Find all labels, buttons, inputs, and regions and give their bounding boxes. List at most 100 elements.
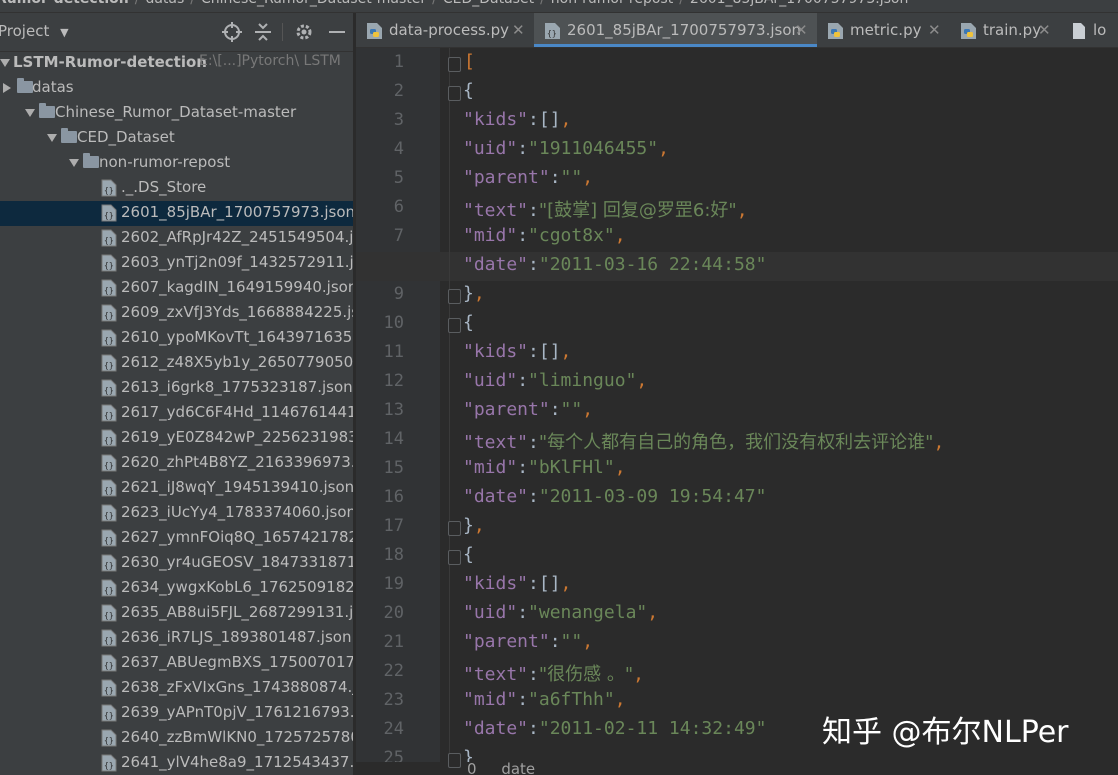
json-bracket-token: : xyxy=(517,138,529,159)
code-line[interactable]: "uid":"wenangela", xyxy=(463,602,658,623)
breadcrumb-item[interactable]: Rumor-detection xyxy=(0,0,135,7)
close-tab-icon[interactable]: ✕ xyxy=(795,21,808,39)
tree-file-item[interactable]: {} 2636_iR7LJS_1893801487.json xyxy=(0,626,353,651)
tab-2601-85jbar-1700757973-json[interactable]: {} 2601_85jBAr_1700757973.json ✕ xyxy=(534,13,817,47)
tree-file-item[interactable]: {} 2621_iJ8wqY_1945139410.json xyxy=(0,476,353,501)
tree-file-item[interactable]: {} 2619_yE0Z842wP_2256231983.j xyxy=(0,426,353,451)
minimize-icon[interactable] xyxy=(326,21,348,43)
fold-marker-icon[interactable] xyxy=(448,318,461,333)
chevron-down-icon[interactable]: ▼ xyxy=(60,26,68,39)
breadcrumb-item[interactable]: CED_Dataset xyxy=(437,0,540,7)
code-line[interactable]: }, xyxy=(463,515,485,536)
tree-file-item[interactable]: {} 2602_AfRpJr42Z_2451549504.js xyxy=(0,226,353,251)
close-tab-icon[interactable]: ✕ xyxy=(1038,21,1051,39)
json-key-token: "mid" xyxy=(463,689,518,710)
tree-folder-item[interactable]: Chinese_Rumor_Dataset-master xyxy=(0,101,353,126)
tab-data-process-py[interactable]: data-process.py ✕ xyxy=(356,13,534,47)
close-tab-icon[interactable]: ✕ xyxy=(512,21,525,39)
line-number: 21 xyxy=(383,632,404,652)
tree-file-item[interactable]: {} 2638_zFxVIxGns_1743880874.jso xyxy=(0,676,353,701)
tree-file-item[interactable]: {} 2610_ypoMKovTt_1643971635. xyxy=(0,326,353,351)
project-panel-title[interactable]: Project ▼ xyxy=(0,22,69,40)
breadcrumb-item[interactable]: datas xyxy=(139,0,190,7)
crosshair-icon[interactable] xyxy=(221,21,243,43)
code-line[interactable]: "kids":[], xyxy=(463,573,571,594)
tree-file-item[interactable]: {} 2623_iUcYy4_1783374060.json xyxy=(0,501,353,526)
breadcrumb-item[interactable]: non-rumor-repost xyxy=(545,0,679,7)
code-line[interactable]: "mid":"bKlFHl", xyxy=(463,457,626,478)
code-line[interactable]: "kids":[], xyxy=(463,109,571,130)
collapse-arrow-icon[interactable] xyxy=(3,83,16,93)
code-line[interactable]: { xyxy=(463,544,474,565)
code-line[interactable]: }, xyxy=(463,283,485,304)
expand-arrow-icon[interactable] xyxy=(25,109,35,117)
expand-arrow-icon[interactable] xyxy=(69,159,79,167)
tree-file-item[interactable]: {} 2620_zhPt4B8YZ_2163396973.js xyxy=(0,451,353,476)
tree-item-label: CED_Dataset xyxy=(77,128,175,146)
tree-file-item[interactable]: {} 2601_85jBAr_1700757973.json xyxy=(0,201,353,226)
expand-arrow-icon[interactable] xyxy=(47,134,57,142)
file-icon xyxy=(1073,23,1085,39)
tree-file-item[interactable]: {} 2639_yAPnT0pjV_1761216793.js xyxy=(0,701,353,726)
structure-breadcrumb[interactable]: 0 date xyxy=(356,760,1118,775)
tree-file-item[interactable]: {} 2603_ynTj2n09f_1432572911.jso xyxy=(0,251,353,276)
code-line[interactable]: "date":"2011-02-11 14:32:49" xyxy=(463,718,766,739)
fold-marker-icon[interactable] xyxy=(448,753,461,768)
code-line[interactable]: "parent":"", xyxy=(463,167,593,188)
line-number: 22 xyxy=(383,661,404,681)
fold-marker-icon[interactable] xyxy=(448,521,461,536)
code-line[interactable]: [ xyxy=(464,51,475,72)
tree-folder-item[interactable]: CED_Dataset xyxy=(0,126,353,151)
code-line[interactable]: "parent":"", xyxy=(463,399,593,420)
tree-item-label: 2601_85jBAr_1700757973.json xyxy=(121,203,353,221)
tree-item-label: 2610_ypoMKovTt_1643971635. xyxy=(121,328,353,346)
tree-file-item[interactable]: {} 2641_ylV4he8a9_1712543437.js xyxy=(0,751,353,775)
tree-file-item[interactable]: {} 2617_yd6C6F4Hd_1146761441.j xyxy=(0,401,353,426)
code-line[interactable]: "text":"很伤感 。", xyxy=(463,660,644,686)
svg-text:{}: {} xyxy=(104,386,114,395)
breadcrumb-item[interactable]: Chinese_Rumor_Dataset-master xyxy=(195,0,432,7)
code-line[interactable]: { xyxy=(463,80,474,101)
tree-file-item[interactable]: {} ._.DS_Store xyxy=(0,176,353,201)
code-line[interactable]: "text":"每个人都有自己的角色，我们没有权利去评论谁", xyxy=(463,428,944,454)
tree-file-item[interactable]: {} 2609_zxVfJ3Yds_1668884225.jso xyxy=(0,301,353,326)
tree-folder-item[interactable]: datas xyxy=(0,76,353,101)
json-file-icon: {} xyxy=(101,479,117,497)
gear-icon[interactable] xyxy=(293,21,315,43)
tab-train-py[interactable]: train.py ✕ xyxy=(950,13,1060,47)
structure-breadcrumb-index[interactable]: 0 xyxy=(467,760,477,775)
fold-marker-icon[interactable] xyxy=(448,550,461,565)
code-line[interactable]: "parent":"", xyxy=(463,631,593,652)
tree-file-item[interactable]: {} 2613_i6grk8_1775323187.json xyxy=(0,376,353,401)
code-line[interactable]: "uid":"liminguo", xyxy=(463,370,647,391)
tree-file-item[interactable]: {} 2612_z48X5yb1y_2650779050.js xyxy=(0,351,353,376)
code-line[interactable]: "text":"[鼓掌] 回复@罗罡6:好", xyxy=(463,196,748,222)
expand-arrow-icon[interactable] xyxy=(0,59,10,67)
breadcrumb-item[interactable]: 2601_85jBAr_1700757973.json xyxy=(684,0,914,7)
tab-metric-py[interactable]: metric.py ✕ xyxy=(817,13,950,47)
code-line[interactable]: "date":"2011-03-16 22:44:58" xyxy=(463,254,766,275)
fold-marker-icon[interactable] xyxy=(448,86,461,101)
tree-file-item[interactable]: {} 2635_AB8ui5FJL_2687299131.jso xyxy=(0,601,353,626)
tree-file-item[interactable]: {} 2627_ymnFOiq8Q_1657421782. xyxy=(0,526,353,551)
tree-file-item[interactable]: {} 2640_zzBmWlKN0_1725725780. xyxy=(0,726,353,751)
code-line[interactable]: "date":"2011-03-09 19:54:47" xyxy=(463,486,766,507)
tree-file-item[interactable]: {} 2630_yr4uGEOSV_1847331871.j xyxy=(0,551,353,576)
code-line[interactable]: { xyxy=(463,312,474,333)
collapse-icon[interactable] xyxy=(252,21,274,43)
tree-folder-item[interactable]: LSTM-Rumor-detection E:\[...]Pytorch\ LST… xyxy=(0,51,353,76)
close-tab-icon[interactable]: ✕ xyxy=(928,21,941,39)
code-editor[interactable]: 1234567891011121314151617181920212223242… xyxy=(356,48,1118,775)
code-line[interactable]: "kids":[], xyxy=(463,341,571,362)
tree-file-item[interactable]: {} 2634_ywgxKobL6_1762509182.j xyxy=(0,576,353,601)
code-line[interactable]: "mid":"cgot8x", xyxy=(463,225,626,246)
fold-marker-icon[interactable] xyxy=(448,289,461,304)
tree-file-item[interactable]: {} 2637_ABUegmBXS_1750070171 xyxy=(0,651,353,676)
tab-lo[interactable]: lo xyxy=(1060,13,1118,47)
code-line[interactable]: "uid":"1911046455", xyxy=(463,138,669,159)
tree-file-item[interactable]: {} 2607_kagdIN_1649159940.json xyxy=(0,276,353,301)
code-line[interactable]: "mid":"a6fThh", xyxy=(463,689,626,710)
tree-folder-item[interactable]: non-rumor-repost xyxy=(0,151,353,176)
structure-breadcrumb-key[interactable]: date xyxy=(501,760,535,775)
fold-marker-icon[interactable] xyxy=(448,57,461,72)
